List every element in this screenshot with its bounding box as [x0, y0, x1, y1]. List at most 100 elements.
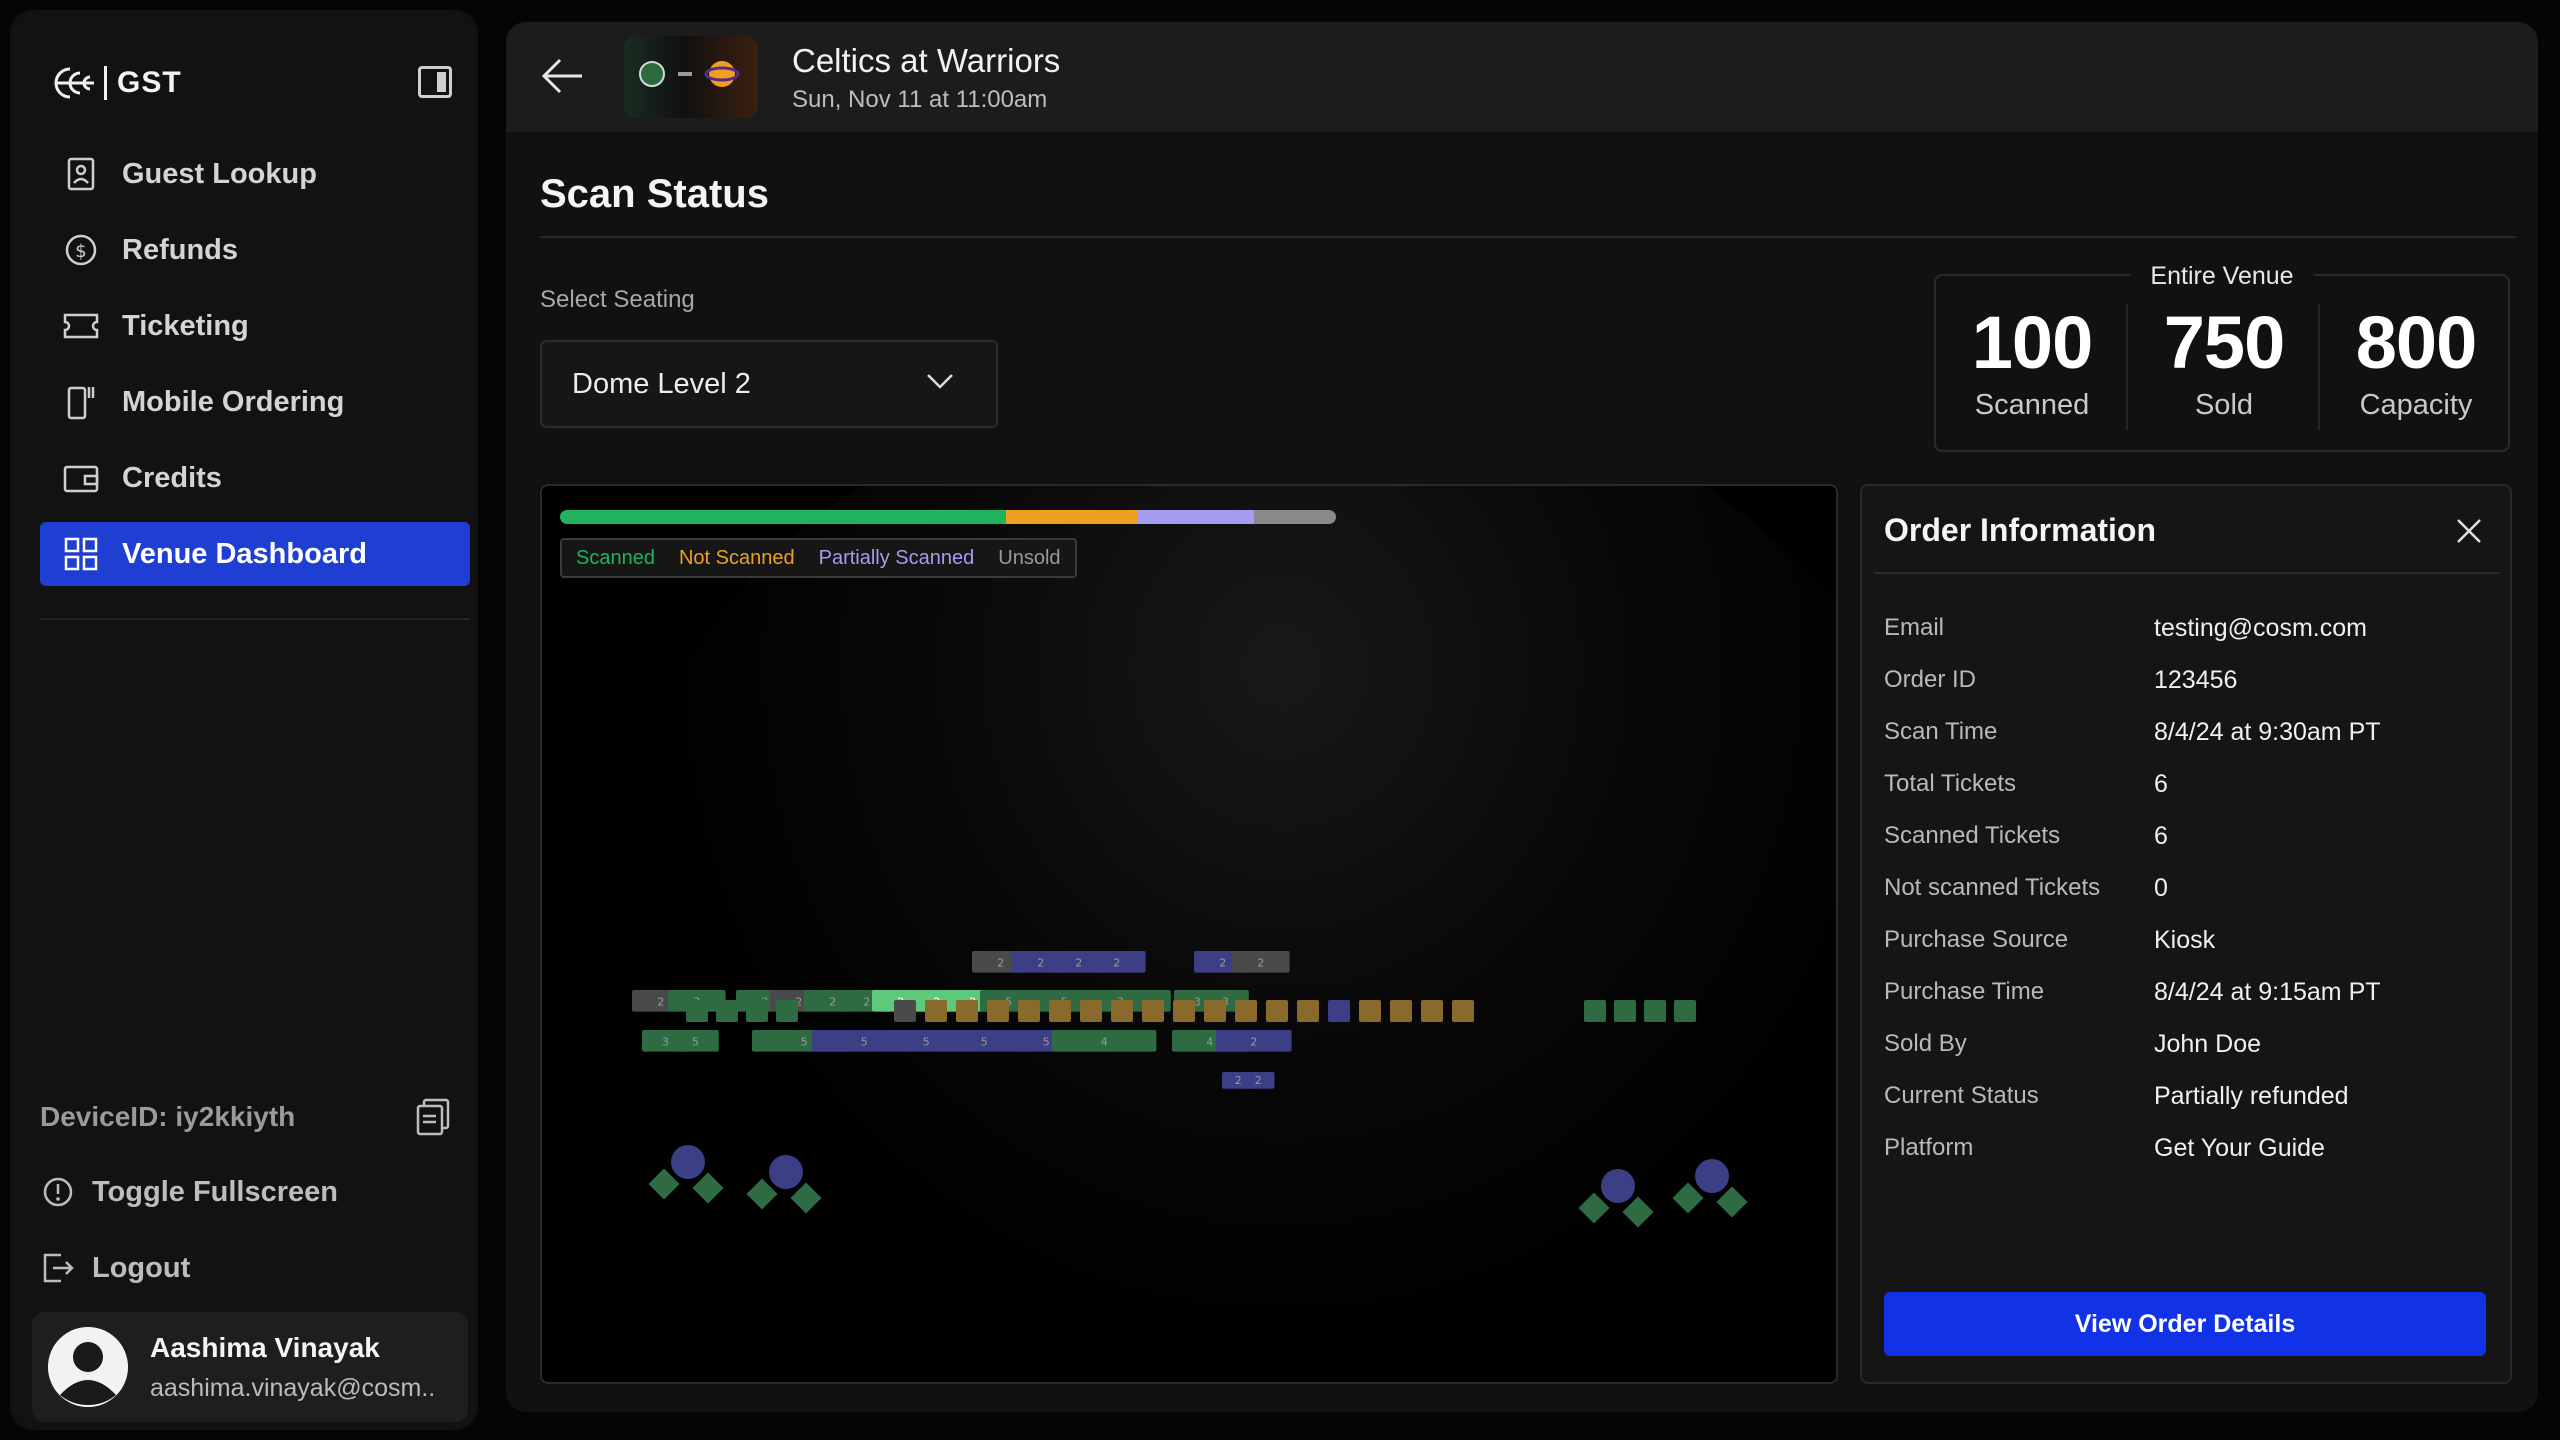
fullscreen-toggle-icon: [40, 1174, 76, 1210]
order-value: 8/4/24 at 9:30am PT: [2154, 717, 2381, 746]
order-row-current-status: Current Status Partially refunded: [1884, 1070, 2494, 1122]
table-seat[interactable]: [1622, 1196, 1654, 1228]
seat[interactable]: [1111, 1000, 1133, 1022]
seat[interactable]: [1359, 1000, 1381, 1022]
logout-icon: [40, 1250, 76, 1286]
wallet-icon: [62, 459, 100, 497]
seat[interactable]: [1173, 1000, 1195, 1022]
seat[interactable]: [776, 1000, 798, 1022]
sidebar-item-mobile-ordering[interactable]: Mobile Ordering: [40, 370, 470, 434]
stat-capacity-value: 800: [2355, 301, 2477, 384]
table-cluster[interactable]: [1672, 1159, 1748, 1218]
seat[interactable]: [1614, 1000, 1636, 1022]
sidebar-item-label: Venue Dashboard: [122, 537, 367, 570]
seat-section[interactable]: 5: [672, 1030, 719, 1052]
seat[interactable]: [925, 1000, 947, 1022]
device-id-row: DeviceID: iy2kkiyth: [40, 1098, 450, 1136]
seat[interactable]: [1049, 1000, 1071, 1022]
seat-section-label: 5: [981, 1035, 988, 1048]
user-profile-card[interactable]: Aashima Vinayak aashima.vinayak@cosm..: [32, 1312, 468, 1422]
seat[interactable]: [686, 1000, 708, 1022]
table-seat[interactable]: [1716, 1186, 1748, 1218]
sidebar-item-ticketing[interactable]: Ticketing: [40, 294, 470, 358]
toggle-fullscreen-button[interactable]: Toggle Fullscreen: [40, 1174, 338, 1210]
collapse-sidebar-icon[interactable]: [418, 66, 452, 98]
sidebar-item-venue-dashboard[interactable]: Venue Dashboard: [40, 522, 470, 586]
table-seat[interactable]: [746, 1178, 778, 1210]
close-icon[interactable]: [2454, 516, 2484, 546]
seat-section[interactable]: 4: [1052, 1030, 1157, 1052]
sidebar-item-label: Guest Lookup: [122, 157, 317, 190]
logout-button[interactable]: Logout: [40, 1250, 190, 1286]
seat[interactable]: [1421, 1000, 1443, 1022]
seat-section[interactable]: 2: [1216, 1030, 1292, 1052]
brand-divider: [104, 66, 107, 100]
seat-section-label: 2: [1257, 956, 1264, 969]
order-row-platform: Platform Get Your Guide: [1884, 1122, 2494, 1174]
seat[interactable]: [894, 1000, 916, 1022]
mobile-ordering-icon: [62, 383, 100, 421]
table-seat[interactable]: [1578, 1192, 1610, 1224]
sidebar-item-credits[interactable]: Credits: [40, 446, 470, 510]
table-seat[interactable]: [692, 1172, 724, 1204]
toggle-fullscreen-label: Toggle Fullscreen: [92, 1175, 339, 1208]
table-seat[interactable]: [790, 1182, 822, 1214]
order-key: Current Status: [1884, 1082, 2039, 1109]
seat[interactable]: [746, 1000, 768, 1022]
copy-icon[interactable]: [416, 1098, 450, 1136]
order-key: Scan Time: [1884, 718, 1998, 745]
seat[interactable]: [987, 1000, 1009, 1022]
order-key: Platform: [1884, 1134, 1974, 1161]
seat[interactable]: [1584, 1000, 1606, 1022]
order-panel-title: Order Information: [1884, 512, 2157, 548]
table-seat[interactable]: [1601, 1169, 1635, 1203]
order-row-email: Email testing@cosm.com: [1884, 602, 2494, 654]
seating-select[interactable]: Dome Level 2: [540, 340, 998, 428]
seat[interactable]: [1142, 1000, 1164, 1022]
back-arrow-icon[interactable]: [538, 56, 586, 96]
seat[interactable]: [1452, 1000, 1474, 1022]
seat[interactable]: [1328, 1000, 1350, 1022]
order-row-total-tickets: Total Tickets 6: [1884, 758, 2494, 810]
svg-text:$: $: [75, 241, 86, 262]
seat[interactable]: [1644, 1000, 1666, 1022]
sidebar-item-refunds[interactable]: $ Refunds: [40, 218, 470, 282]
order-value: 0: [2154, 873, 2168, 902]
sidebar-item-guest-lookup[interactable]: Guest Lookup: [40, 142, 470, 206]
logout-label: Logout: [92, 1251, 191, 1284]
title-divider: [540, 236, 2516, 238]
table-seat[interactable]: [1695, 1159, 1729, 1193]
event-date: Sun, Nov 11 at 11:00am: [792, 86, 1048, 113]
seat-section-label: 2: [1113, 956, 1120, 969]
seat-map-panel[interactable]: Scanned Not Scanned Partially Scanned Un…: [540, 484, 1838, 1384]
table-seat[interactable]: [769, 1155, 803, 1189]
seat[interactable]: [1235, 1000, 1257, 1022]
seat[interactable]: [956, 1000, 978, 1022]
cosm-logo-icon: [54, 67, 94, 99]
table-seat[interactable]: [1672, 1182, 1704, 1214]
order-value: Kiosk: [2154, 925, 2216, 954]
view-order-details-button[interactable]: View Order Details: [1884, 1292, 2486, 1356]
order-row-purchase-time: Purchase Time 8/4/24 at 9:15am PT: [1884, 966, 2494, 1018]
table-cluster[interactable]: [648, 1145, 724, 1204]
table-seat[interactable]: [648, 1168, 680, 1200]
ticket-icon: [62, 307, 100, 345]
seat[interactable]: [1018, 1000, 1040, 1022]
table-seat[interactable]: [671, 1145, 705, 1179]
seat[interactable]: [1266, 1000, 1288, 1022]
table-cluster[interactable]: [746, 1155, 822, 1214]
table-cluster[interactable]: [1578, 1169, 1654, 1228]
seat[interactable]: [1297, 1000, 1319, 1022]
brand-logo[interactable]: GST: [40, 60, 182, 106]
seat-section-label: 5: [801, 1035, 808, 1048]
seat-section[interactable]: 2: [1088, 951, 1146, 973]
seat[interactable]: [1080, 1000, 1102, 1022]
seat-section-label: 2: [1037, 956, 1044, 969]
seat-section[interactable]: 2: [1242, 1072, 1275, 1089]
seat-section-label: 2: [1255, 1074, 1262, 1087]
seat[interactable]: [1390, 1000, 1412, 1022]
seat[interactable]: [1674, 1000, 1696, 1022]
seat[interactable]: [716, 1000, 738, 1022]
seat-section[interactable]: 2: [1232, 951, 1290, 973]
seat[interactable]: [1204, 1000, 1226, 1022]
